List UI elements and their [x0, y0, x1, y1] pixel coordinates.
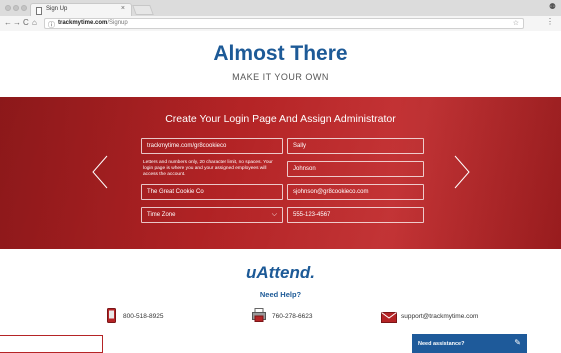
- company-name-field[interactable]: The Great Cookie Co: [141, 184, 283, 200]
- support-email-link[interactable]: support@trackmytime.com: [401, 313, 478, 320]
- chat-label: Need assistance?: [418, 341, 465, 347]
- back-icon[interactable]: ←: [4, 18, 12, 27]
- window-zoom-dot[interactable]: [21, 5, 27, 11]
- login-url-field[interactable]: trackmytime.com/gr8cookieco: [141, 138, 283, 154]
- last-name-field[interactable]: Johnson: [287, 161, 424, 177]
- page-icon: [36, 7, 42, 15]
- page: Almost There MAKE IT YOUR OWN Create You…: [0, 31, 561, 353]
- profile-icon[interactable]: ⚉: [549, 2, 556, 11]
- uattend-logo: uAttend.: [246, 263, 315, 282]
- tab-title: Sign Up: [46, 6, 68, 12]
- need-help-heading: Need Help?: [259, 290, 302, 299]
- bottom-left-banner: [0, 335, 103, 353]
- signup-form-panel: Create Your Login Page And Assign Admini…: [0, 97, 561, 249]
- info-icon[interactable]: ⓘ: [48, 20, 55, 30]
- toolbar: ← → C ⌂ ⓘ trackmytime.com/Signup ☆: [0, 16, 561, 31]
- email-field[interactable]: sjohnson@gr8cookieco.com: [287, 184, 424, 200]
- first-name-field[interactable]: Sally: [287, 138, 424, 154]
- browser-tab[interactable]: Sign Up ×: [30, 3, 132, 17]
- chat-widget-button[interactable]: Need assistance? ✎: [412, 334, 527, 353]
- reload-icon[interactable]: C: [23, 18, 29, 27]
- new-tab-button[interactable]: [132, 5, 154, 15]
- window-close-dot[interactable]: [5, 5, 11, 11]
- envelope-icon: [381, 310, 397, 328]
- phone-field[interactable]: 555-123-4567: [287, 207, 424, 223]
- tab-close-icon[interactable]: ×: [121, 5, 125, 12]
- phone-1-text[interactable]: 800-518-8925: [123, 313, 163, 320]
- url-text[interactable]: trackmytime.com/Signup: [58, 20, 128, 26]
- browser-menu-icon[interactable]: ⋮: [546, 17, 554, 26]
- chevron-down-icon: ⌵: [271, 211, 277, 218]
- form-title: Create Your Login Page And Assign Admini…: [165, 113, 396, 125]
- chat-edit-icon: ✎: [514, 338, 521, 347]
- timezone-value: Time Zone: [147, 212, 176, 218]
- login-url-hint: Letters and numbers only, 20 character l…: [143, 160, 273, 177]
- home-icon[interactable]: ⌂: [32, 18, 37, 27]
- mobile-phone-icon: [107, 308, 116, 328]
- browser-chrome: Sign Up × ⚉ ← → C ⌂ ⓘ trackmytime.com/Si…: [0, 0, 561, 31]
- timezone-select[interactable]: Time Zone ⌵: [141, 207, 283, 223]
- previous-arrow-icon[interactable]: [92, 155, 108, 189]
- tab-strip: Sign Up × ⚉: [0, 0, 561, 17]
- phone-2-text[interactable]: 760-278-6623: [272, 313, 312, 320]
- page-title: Almost There: [213, 42, 348, 65]
- window-minimize-dot[interactable]: [13, 5, 19, 11]
- fax-icon: [252, 308, 266, 327]
- page-subtitle: MAKE IT YOUR OWN: [232, 72, 329, 82]
- next-arrow-icon[interactable]: [454, 155, 470, 189]
- forward-icon[interactable]: →: [13, 18, 21, 27]
- url-path: /Signup: [107, 20, 128, 26]
- address-bar[interactable]: ⓘ trackmytime.com/Signup ☆: [44, 18, 524, 29]
- url-host: trackmytime.com: [58, 20, 108, 26]
- bookmark-star-icon[interactable]: ☆: [513, 19, 519, 27]
